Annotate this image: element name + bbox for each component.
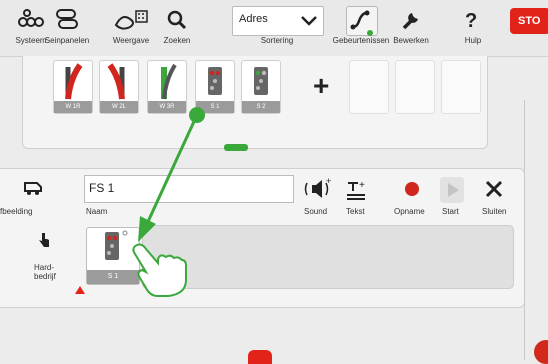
bottom-action-button[interactable] (248, 350, 272, 364)
drag-arrow-head (138, 216, 156, 242)
hand-cursor-icon (132, 243, 187, 297)
drag-arrow-overlay (132, 107, 205, 297)
right-divider (524, 100, 525, 360)
drag-arrow-line (144, 114, 199, 227)
drag-start-dot (189, 107, 205, 123)
